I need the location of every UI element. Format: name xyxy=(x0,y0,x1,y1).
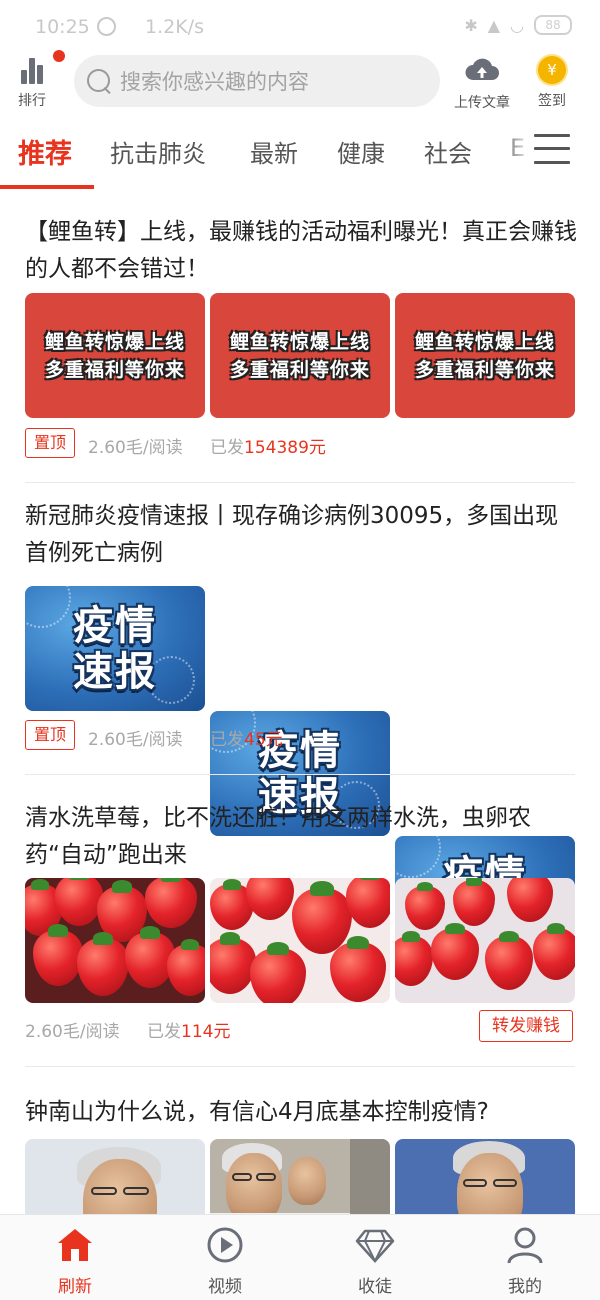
signal-icon: ▲ xyxy=(487,15,501,35)
nav-recruit[interactable]: 收徒 xyxy=(300,1215,450,1300)
paid-amount: 已发154389元 xyxy=(210,438,326,458)
home-icon xyxy=(58,1229,92,1261)
rank-label: 排行 xyxy=(18,93,46,109)
paid-amount: 已发114元 xyxy=(147,1022,231,1042)
menu-icon[interactable] xyxy=(534,133,570,165)
cloud-upload-icon xyxy=(465,58,499,80)
article-meta: 置顶 2.60毛/阅读 已发154389元 xyxy=(25,428,575,460)
app-screen: 10:25 1.2K/s ✱ ▲ ◡ 88 排行 搜索你感兴趣的内容 上传文章 … xyxy=(0,0,600,1300)
play-icon xyxy=(207,1227,243,1263)
article-thumbnails xyxy=(25,878,575,1003)
tab-health[interactable]: 健康 xyxy=(337,134,385,169)
article-title: 钟南山为什么说，有信心4月底基本控制疫情? xyxy=(25,1099,489,1125)
tab-society[interactable]: 社会 xyxy=(424,134,472,169)
active-tab-indicator xyxy=(0,185,94,189)
divider xyxy=(25,774,575,775)
bluetooth-icon: ✱ xyxy=(464,15,478,35)
bottom-nav: 刷新 视频 收徒 我的 xyxy=(0,1214,600,1300)
upload-label: 上传文章 xyxy=(454,95,510,111)
nav-video[interactable]: 视频 xyxy=(150,1215,300,1300)
top-header: 排行 搜索你感兴趣的内容 上传文章 ¥ 签到 xyxy=(0,50,600,112)
pinned-tag: 置顶 xyxy=(25,428,75,458)
article-thumbnail xyxy=(25,878,205,1003)
pinned-tag: 置顶 xyxy=(25,720,75,750)
notification-dot xyxy=(53,50,65,62)
category-tabs: 推荐 抗击肺炎 最新 健康 社会 E xyxy=(0,118,600,190)
nav-label: 我的 xyxy=(508,1277,542,1297)
bar-chart-icon xyxy=(17,50,65,84)
tab-recommend[interactable]: 推荐 xyxy=(18,132,72,171)
diamond-icon xyxy=(355,1229,395,1264)
nav-label: 视频 xyxy=(208,1277,242,1297)
user-icon xyxy=(507,1227,543,1264)
coin-icon: ¥ xyxy=(536,54,568,86)
article-thumbnail xyxy=(210,878,390,1003)
article-thumbnails: 鲤鱼转惊爆上线 多重福利等你来 鲤鱼转惊爆上线 多重福利等你来 鲤鱼转惊爆上线 … xyxy=(25,293,575,418)
article-thumbnail: 鲤鱼转惊爆上线 多重福利等你来 xyxy=(395,293,575,418)
alarm-icon xyxy=(97,17,116,36)
rank-button[interactable]: 排行 xyxy=(12,50,65,110)
article-thumbnails: 疫情 速报 疫情 速报 疫情 速报 xyxy=(25,586,575,961)
battery-icon: 88 xyxy=(534,15,572,35)
article-meta: 2.60毛/阅读 已发114元 转发赚钱 xyxy=(25,1010,575,1044)
tab-latest[interactable]: 最新 xyxy=(250,134,298,169)
article-meta: 置顶 2.60毛/阅读 已发45元 xyxy=(25,720,575,752)
read-rate: 2.60毛/阅读 xyxy=(25,1022,120,1042)
status-time: 10:25 xyxy=(35,16,90,38)
read-rate: 2.60毛/阅读 xyxy=(88,438,183,458)
share-earn-button[interactable]: 转发赚钱 xyxy=(479,1010,573,1042)
article-thumbnail xyxy=(395,878,575,1003)
article-thumbnail: 疫情 速报 xyxy=(25,586,205,711)
signin-label: 签到 xyxy=(538,93,566,109)
network-speed: 1.2K/s xyxy=(145,16,204,38)
tab-fade xyxy=(500,118,532,182)
search-icon xyxy=(86,68,112,94)
article-title: 清水洗草莓，比不洗还脏！用这两样水洗，虫卵农药“自动”跑出来 xyxy=(25,805,531,868)
read-rate: 2.60毛/阅读 xyxy=(88,730,183,750)
nav-mine[interactable]: 我的 xyxy=(450,1215,600,1300)
signin-button[interactable]: ¥ 签到 xyxy=(530,54,574,110)
upload-article-button[interactable]: 上传文章 xyxy=(447,56,517,112)
search-input[interactable]: 搜索你感兴趣的内容 xyxy=(74,55,440,107)
divider xyxy=(25,1066,575,1067)
tab-fight-pneumonia[interactable]: 抗击肺炎 xyxy=(110,134,206,169)
paid-amount: 已发45元 xyxy=(210,730,283,750)
nav-label: 收徒 xyxy=(358,1277,392,1297)
divider xyxy=(25,482,575,483)
nav-label: 刷新 xyxy=(58,1277,92,1297)
status-bar: 10:25 1.2K/s ✱ ▲ ◡ 88 xyxy=(0,0,600,52)
search-placeholder: 搜索你感兴趣的内容 xyxy=(120,70,309,94)
article-thumbnail: 鲤鱼转惊爆上线 多重福利等你来 xyxy=(210,293,390,418)
nav-refresh[interactable]: 刷新 xyxy=(0,1215,150,1300)
article-title: 新冠肺炎疫情速报丨现存确诊病例30095，多国出现首例死亡病例 xyxy=(25,503,559,566)
wifi-icon: ◡ xyxy=(510,15,524,35)
status-icons: ✱ ▲ ◡ 88 xyxy=(464,15,572,35)
article-thumbnail: 鲤鱼转惊爆上线 多重福利等你来 xyxy=(25,293,205,418)
article-title: 【鲤鱼转】上线，最赚钱的活动福利曝光！真正会赚钱的人都不会错过！ xyxy=(25,219,577,282)
